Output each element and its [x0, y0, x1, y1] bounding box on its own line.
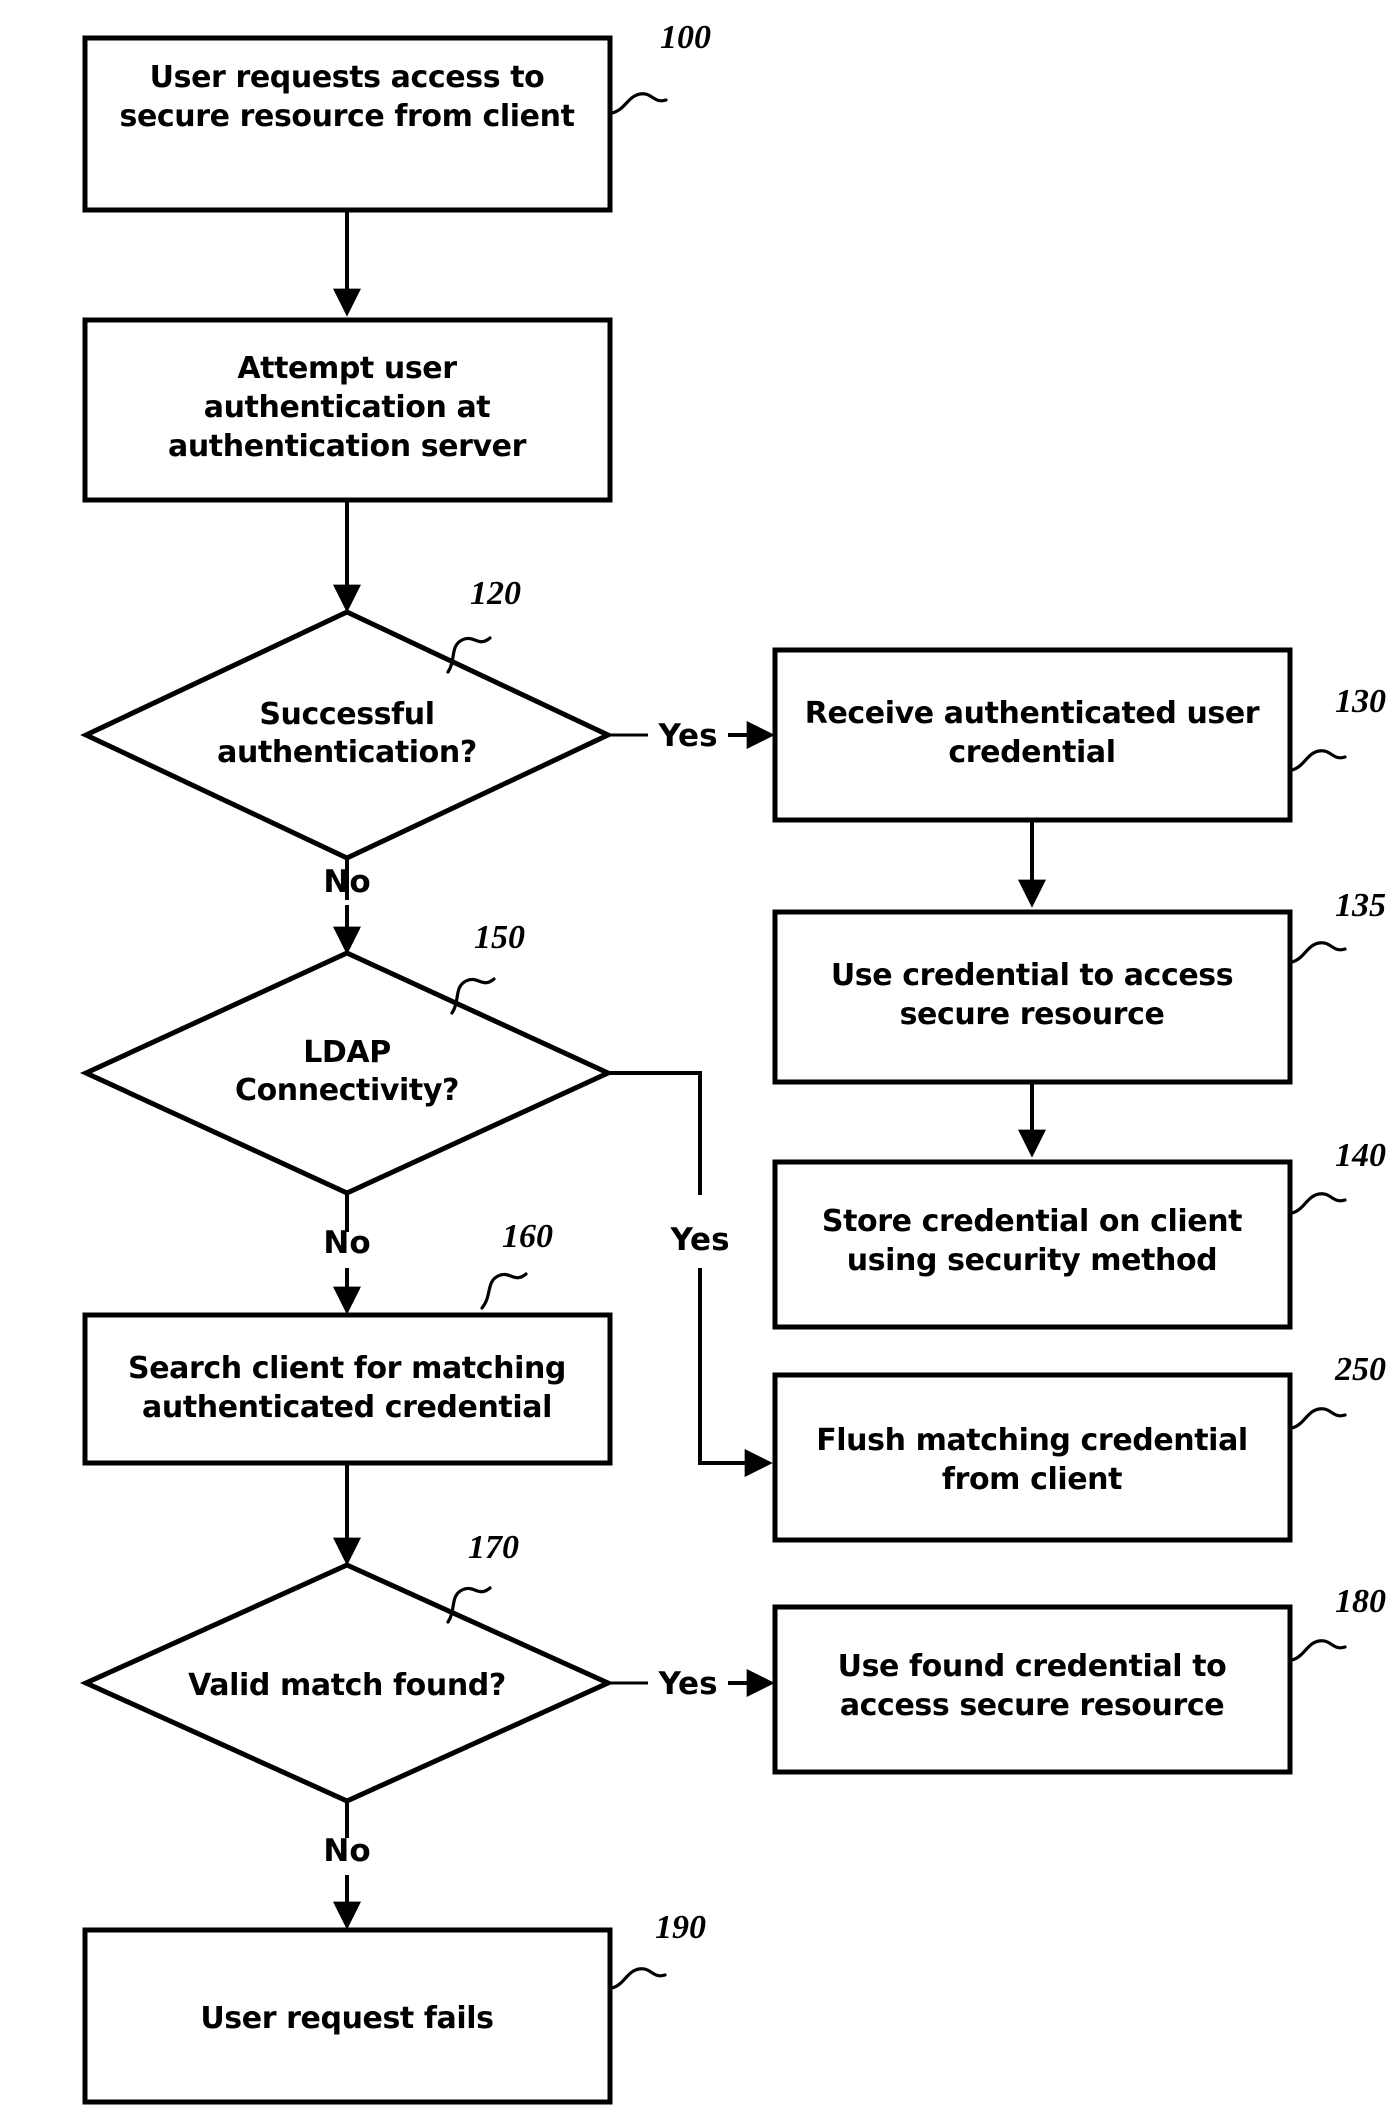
- node-150-line-0: LDAP: [303, 1035, 391, 1070]
- node-140-line-0: Store credential on client: [822, 1204, 1242, 1239]
- branch-label-match-no: No: [323, 1833, 370, 1869]
- connector-150-yes-upper: [608, 1071, 702, 1195]
- ref-leader-250-squiggle: [1290, 1407, 1347, 1430]
- node-170[interactable]: Valid match found?: [79, 1562, 615, 1804]
- node-120-line-1: authentication?: [217, 735, 477, 770]
- node-250-line-0: Flush matching credential: [816, 1423, 1248, 1458]
- ref-leader-150: 150: [450, 919, 525, 1015]
- ref-leader-160-squiggle: [480, 1272, 528, 1310]
- ref-label-135: 135: [1335, 887, 1386, 924]
- ref-leader-130: 130: [1290, 683, 1386, 772]
- node-110-line-1: authentication at: [204, 390, 491, 425]
- ref-label-120: 120: [470, 575, 521, 612]
- ref-leader-140: 140: [1290, 1137, 1386, 1215]
- ref-leader-180: 180: [1290, 1583, 1386, 1662]
- ref-leader-130-squiggle: [1290, 749, 1347, 772]
- ref-leader-170: 170: [446, 1529, 519, 1624]
- ref-leader-135-squiggle: [1290, 941, 1347, 964]
- node-150[interactable]: LDAP Connectivity?: [80, 950, 614, 1196]
- node-100-line-1: secure resource from client: [119, 99, 574, 134]
- node-110-line-0: Attempt user: [237, 351, 457, 386]
- branch-label-match-yes: Yes: [657, 1666, 717, 1702]
- node-160-line-1: authenticated credential: [142, 1390, 552, 1425]
- node-120-line-0: Successful: [259, 697, 434, 732]
- ref-leader-180-squiggle: [1290, 1639, 1347, 1662]
- node-160-shape[interactable]: [82, 1312, 613, 1466]
- ref-label-180: 180: [1335, 1583, 1386, 1620]
- ref-leader-100: 100: [610, 19, 711, 115]
- branch-label-ldap-no: No: [323, 1225, 370, 1261]
- flowchart-svg: User requests access to secure resource …: [79, 19, 1386, 2105]
- ref-leader-250: 250: [1290, 1351, 1386, 1430]
- ref-leader-100-squiggle: [610, 92, 668, 115]
- ref-leader-190: 190: [610, 1909, 706, 1990]
- node-140[interactable]: Store credential on client using securit…: [772, 1159, 1293, 1330]
- node-250-line-1: from client: [942, 1462, 1122, 1497]
- node-135-line-0: Use credential to access: [831, 958, 1233, 993]
- connector-150-to-250: [698, 1268, 773, 1477]
- node-100-line-0: User requests access to: [150, 60, 545, 95]
- node-130-line-0: Receive authenticated user: [805, 696, 1260, 731]
- node-140-line-1: using security method: [847, 1243, 1218, 1278]
- branch-label-auth-no: No: [323, 864, 370, 900]
- node-120[interactable]: Successful authentication?: [80, 609, 614, 861]
- node-110[interactable]: Attempt user authentication at authentic…: [82, 317, 613, 503]
- ref-label-190: 190: [655, 1909, 706, 1946]
- ref-leader-135: 135: [1290, 887, 1386, 964]
- ref-leader-140-squiggle: [1290, 1192, 1347, 1215]
- node-170-line-0: Valid match found?: [188, 1668, 506, 1703]
- node-160[interactable]: Search client for matching authenticated…: [82, 1312, 613, 1466]
- ref-label-130: 130: [1335, 683, 1386, 720]
- node-250[interactable]: Flush matching credential from client: [772, 1372, 1293, 1543]
- flowchart-canvas: User requests access to secure resource …: [0, 0, 1399, 2119]
- ref-label-150: 150: [474, 919, 525, 956]
- node-135[interactable]: Use credential to access secure resource: [772, 909, 1293, 1085]
- node-110-line-2: authentication server: [168, 429, 527, 464]
- ref-leader-190-squiggle: [610, 1967, 667, 1990]
- node-135-line-1: secure resource: [900, 997, 1165, 1032]
- node-180[interactable]: Use found credential to access secure re…: [772, 1604, 1293, 1775]
- branch-label-ldap-yes: Yes: [669, 1222, 729, 1258]
- branch-label-auth-yes: Yes: [657, 718, 717, 754]
- node-130-line-1: credential: [948, 735, 1115, 770]
- node-190-line-0: User request fails: [200, 2001, 493, 2036]
- ref-label-160: 160: [502, 1218, 553, 1255]
- node-130[interactable]: Receive authenticated user credential: [772, 647, 1293, 823]
- node-180-line-1: access secure resource: [840, 1688, 1224, 1723]
- node-180-line-0: Use found credential to: [838, 1649, 1227, 1684]
- node-190[interactable]: User request fails: [82, 1927, 613, 2105]
- node-160-line-0: Search client for matching: [128, 1351, 566, 1386]
- ref-leader-160: 160: [480, 1218, 553, 1310]
- node-100[interactable]: User requests access to secure resource …: [82, 35, 613, 213]
- ref-label-100: 100: [660, 19, 711, 56]
- ref-label-170: 170: [468, 1529, 519, 1566]
- node-150-line-1: Connectivity?: [235, 1073, 459, 1108]
- ref-leader-120: 120: [446, 575, 521, 674]
- ref-label-250: 250: [1334, 1351, 1386, 1388]
- ref-label-140: 140: [1335, 1137, 1386, 1174]
